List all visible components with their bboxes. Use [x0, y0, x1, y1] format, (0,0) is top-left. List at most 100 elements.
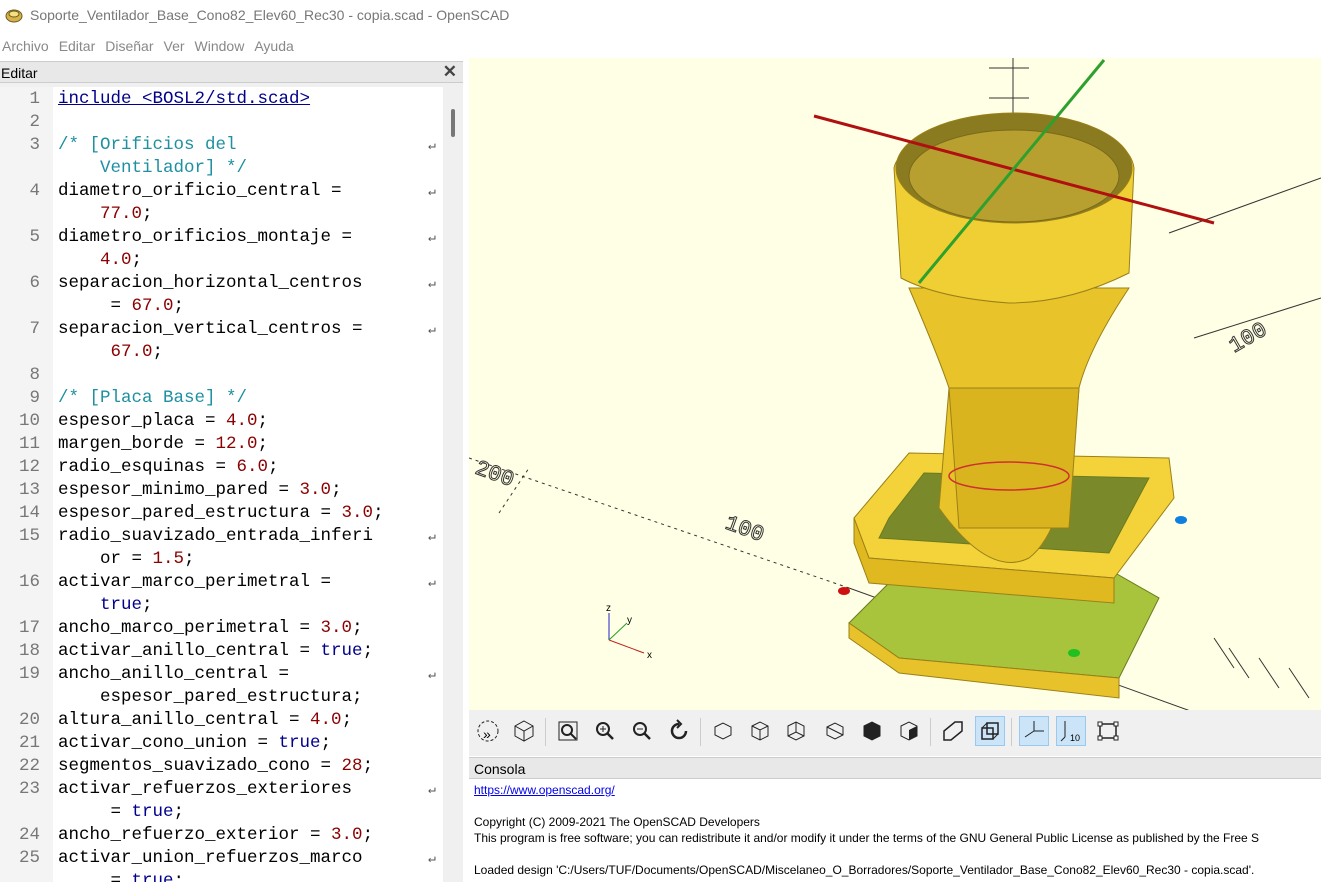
axis-label-200: 200 [472, 456, 518, 493]
close-icon[interactable]: ✕ [443, 62, 457, 82]
console-loaded: Loaded design 'C:/Users/TUF/Documents/Op… [474, 863, 1255, 877]
code-text: /* [Orificios del [58, 135, 237, 155]
menu-window[interactable]: Window [193, 36, 253, 58]
line-number: 16 [18, 572, 40, 592]
window-title: Soporte_Ventilador_Base_Cono82_Elev60_Re… [30, 7, 510, 23]
console-link[interactable]: https://www.openscad.org/ [474, 783, 615, 797]
render-icon[interactable] [509, 716, 539, 746]
view-left-icon[interactable] [820, 716, 850, 746]
show-axes-icon[interactable] [1019, 716, 1049, 746]
code-text: activar_anillo_central = true; [58, 641, 374, 661]
code-text: margen_borde = 12.0; [58, 434, 269, 454]
line-number: 21 [18, 733, 40, 753]
menu-editar[interactable]: Editar [57, 36, 104, 58]
view-toolbar: » 10 [469, 710, 1321, 756]
wrap-indicator-icon: ↵ [428, 529, 436, 544]
show-edges-icon[interactable] [1093, 716, 1123, 746]
menu-bar: Archivo Editar Diseñar Ver Window Ayuda [0, 36, 302, 58]
line-number: 23 [18, 779, 40, 799]
code-text: activar_refuerzos_exteriores [58, 779, 353, 799]
3d-viewport[interactable]: 200 100 100 x z y [469, 58, 1321, 710]
reset-view-icon[interactable] [664, 716, 694, 746]
code-text: 77.0; [100, 204, 153, 224]
preview-icon[interactable]: » [473, 716, 503, 746]
menu-ver[interactable]: Ver [162, 36, 193, 58]
editor-header: Editar ✕ [0, 61, 463, 83]
axes-gizmo: x z y [606, 603, 652, 661]
code-text: segmentos_suavizado_cono = 28; [58, 756, 374, 776]
zoom-in-icon[interactable] [590, 716, 620, 746]
view-bottom-icon[interactable] [781, 716, 811, 746]
line-number: 9 [29, 388, 40, 408]
code-text: diametro_orificios_montaje = [58, 227, 353, 247]
code-text: espesor_pared_estructura = 3.0; [58, 503, 384, 523]
view-front-icon[interactable] [857, 716, 887, 746]
show-scale-icon[interactable]: 10 [1056, 716, 1086, 746]
perspective-icon[interactable] [938, 716, 968, 746]
code-text: altura_anillo_central = 4.0; [58, 710, 353, 730]
wrap-indicator-icon: ↵ [428, 138, 436, 153]
code-text: ancho_marco_perimetral = 3.0; [58, 618, 363, 638]
axis-label-100-right: 100 [1225, 318, 1272, 359]
code-text: 4.0; [100, 250, 143, 270]
wrap-indicator-icon: ↵ [428, 667, 436, 682]
line-number: 2 [29, 112, 40, 132]
view-all-icon[interactable] [553, 716, 583, 746]
line-number: 3 [29, 135, 40, 155]
line-number: 14 [18, 503, 40, 523]
code-text: espesor_pared_estructura; [58, 687, 363, 707]
wrap-indicator-icon: ↵ [428, 575, 436, 590]
zoom-out-icon[interactable] [627, 716, 657, 746]
code-text: Ventilador] */ [58, 158, 248, 178]
view-back-icon[interactable] [894, 716, 924, 746]
wrap-indicator-icon: ↵ [428, 851, 436, 866]
menu-disenar[interactable]: Diseñar [103, 36, 161, 58]
view-right-icon[interactable] [708, 716, 738, 746]
menu-ayuda[interactable]: Ayuda [252, 36, 301, 58]
console-license: This program is free software; you can r… [474, 831, 1260, 845]
line-number: 6 [29, 273, 40, 293]
title-bar: Soporte_Ventilador_Base_Cono82_Elev60_Re… [0, 0, 1321, 32]
wrap-indicator-icon: ↵ [428, 322, 436, 337]
code-text: espesor_placa = 4.0; [58, 411, 269, 431]
code-text: ancho_anillo_central = [58, 664, 290, 684]
line-number: 20 [18, 710, 40, 730]
line-number: 24 [18, 825, 40, 845]
code-text: or = 1.5; [58, 549, 195, 569]
editor-scrollbar[interactable] [443, 87, 463, 882]
line-number: 5 [29, 227, 40, 247]
editor-title: Editar [1, 65, 38, 81]
code-text: activar_marco_perimetral = [58, 572, 332, 592]
console-output: https://www.openscad.org/ Copyright (C) … [469, 780, 1321, 882]
model-render: 200 100 100 x z y [469, 58, 1321, 710]
svg-text:y: y [627, 615, 632, 626]
scrollbar-thumb[interactable] [451, 109, 455, 137]
line-number: 4 [29, 181, 40, 201]
line-number: 19 [18, 664, 40, 684]
console-title: Consola [474, 761, 526, 777]
code-text: 67.0; [110, 342, 164, 362]
line-number: 7 [29, 319, 40, 339]
code-text: radio_esquinas = 6.0; [58, 457, 279, 477]
svg-text:x: x [647, 650, 652, 661]
code-editor[interactable]: 1 include <BOSL2/std.scad> 2 3/* [Orificios… [0, 87, 443, 882]
orthogonal-icon[interactable] [975, 716, 1005, 746]
code-text: = 67.0; [58, 296, 185, 316]
code-text: diametro_orificio_central = [58, 181, 342, 201]
code-text: separacion_horizontal_centros [58, 273, 363, 293]
svg-text:10: 10 [1070, 733, 1080, 743]
wrap-indicator-icon: ↵ [428, 276, 436, 291]
line-number: 12 [18, 457, 40, 477]
code-text: = true; [58, 802, 185, 822]
code-text: radio_suavizado_entrada_inferi [58, 526, 374, 546]
code-text: /* [Placa Base] */ [58, 388, 248, 408]
line-number: 25 [18, 848, 40, 868]
console-header: Consola [469, 757, 1321, 779]
svg-text:»: » [483, 726, 491, 742]
view-top-icon[interactable] [745, 716, 775, 746]
line-number: 10 [18, 411, 40, 431]
code-text: espesor_minimo_pared = 3.0; [58, 480, 342, 500]
code-text: include <BOSL2/std.scad> [58, 89, 311, 109]
line-number: 13 [18, 480, 40, 500]
menu-archivo[interactable]: Archivo [0, 36, 57, 58]
